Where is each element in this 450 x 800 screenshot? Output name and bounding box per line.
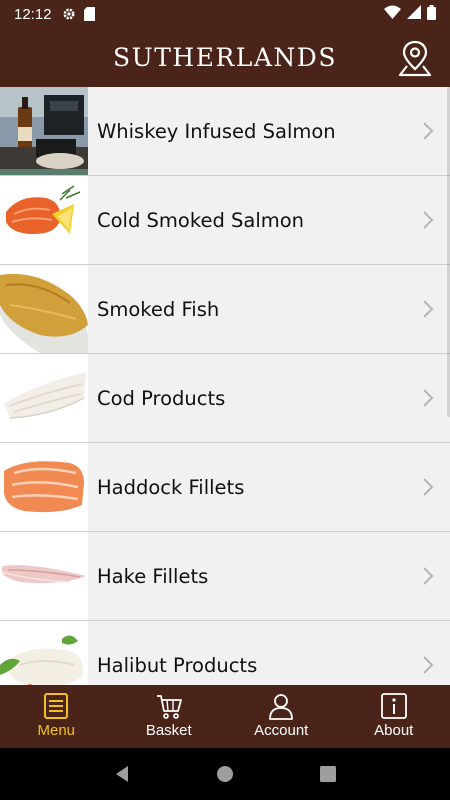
menu-book-icon xyxy=(44,693,69,719)
nav-account-label: Account xyxy=(254,722,309,739)
home-circle-icon xyxy=(216,766,233,782)
store-locator-button[interactable] xyxy=(396,38,434,78)
hake-thumbnail xyxy=(0,532,88,620)
status-time: 12:12 xyxy=(14,5,52,23)
nav-menu-button[interactable]: Menu xyxy=(0,685,113,748)
category-label: Smoked Fish xyxy=(97,297,220,321)
category-item-hake-fillets[interactable]: Hake Fillets xyxy=(0,532,450,621)
category-list: Whiskey Infused Salmon Cold Smoked Salmo… xyxy=(0,87,450,685)
nav-about-button[interactable]: About xyxy=(338,685,450,748)
chevron-right-icon xyxy=(423,567,434,585)
system-navigation-bar xyxy=(0,748,450,800)
cod-thumbnail xyxy=(0,354,88,442)
bottom-nav: Menu Basket Account About xyxy=(0,685,450,748)
back-button[interactable] xyxy=(102,754,142,794)
chevron-right-icon xyxy=(423,211,434,229)
category-item-cod-products[interactable]: Cod Products xyxy=(0,354,450,443)
haddock-thumbnail xyxy=(0,443,88,531)
app-header: SUTHERLANDS xyxy=(0,28,450,87)
category-item-halibut-products[interactable]: Halibut Products xyxy=(0,621,450,685)
chevron-right-icon xyxy=(423,478,434,496)
cold-smoked-salmon-thumbnail xyxy=(0,176,88,264)
nav-about-label: About xyxy=(374,722,414,739)
recents-square-icon xyxy=(320,766,337,782)
category-item-smoked-fish[interactable]: Smoked Fish xyxy=(0,265,450,354)
sd-card-icon xyxy=(83,7,95,21)
nav-basket-label: Basket xyxy=(145,722,192,739)
nav-account-button[interactable]: Account xyxy=(225,685,338,748)
category-label: Cod Products xyxy=(97,386,226,410)
chevron-right-icon xyxy=(423,389,434,407)
status-bar: 12:12 xyxy=(0,0,450,28)
signal-icon xyxy=(407,5,421,23)
whiskey-salmon-thumbnail xyxy=(0,87,88,175)
nav-basket-button[interactable]: Basket xyxy=(113,685,226,748)
category-label: Haddock Fillets xyxy=(97,475,245,499)
category-label: Cold Smoked Salmon xyxy=(97,208,305,232)
category-item-whiskey-infused-salmon[interactable]: Whiskey Infused Salmon xyxy=(0,87,450,176)
map-pin-icon xyxy=(398,40,432,77)
category-label: Halibut Products xyxy=(97,653,258,677)
recents-button[interactable] xyxy=(308,754,348,794)
wifi-icon xyxy=(384,5,401,23)
category-label: Whiskey Infused Salmon xyxy=(97,119,336,143)
nav-menu-label: Menu xyxy=(37,722,76,739)
chevron-right-icon xyxy=(423,122,434,140)
chevron-right-icon xyxy=(423,656,434,674)
gear-icon xyxy=(62,7,76,21)
info-icon xyxy=(380,693,407,719)
chevron-right-icon xyxy=(423,300,434,318)
person-icon xyxy=(269,694,294,720)
halibut-thumbnail xyxy=(0,621,88,685)
home-button[interactable] xyxy=(205,754,245,794)
smoked-fish-thumbnail xyxy=(0,265,88,353)
basket-icon xyxy=(156,695,182,719)
app-title: SUTHERLANDS xyxy=(113,43,337,72)
back-triangle-icon xyxy=(115,766,128,782)
battery-icon xyxy=(427,4,436,24)
category-item-cold-smoked-salmon[interactable]: Cold Smoked Salmon xyxy=(0,176,450,265)
category-item-haddock-fillets[interactable]: Haddock Fillets xyxy=(0,443,450,532)
app-screen: 12:12 SUTHERLANDS Whiskey Infused Salmon… xyxy=(0,0,450,800)
category-label: Hake Fillets xyxy=(97,564,209,588)
